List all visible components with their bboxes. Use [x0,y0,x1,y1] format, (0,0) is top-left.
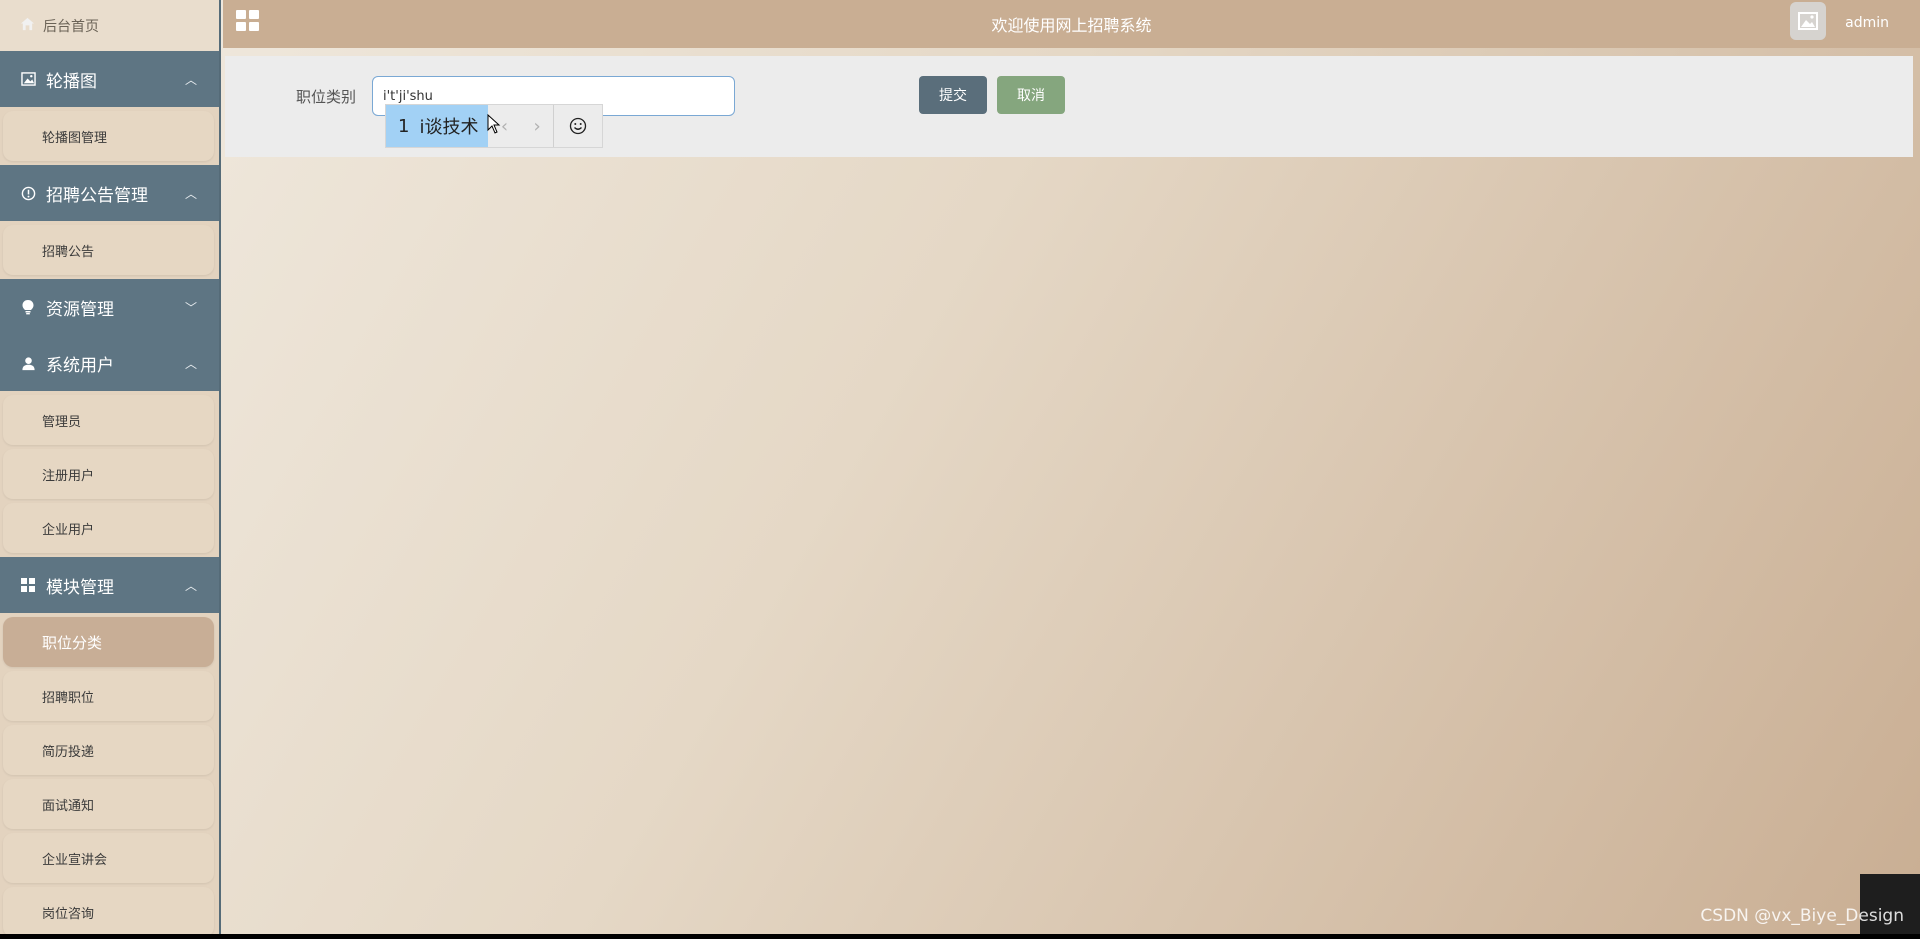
sidebar-item-company-talks[interactable]: 企业宣讲会 [3,833,214,883]
page-title: 欢迎使用网上招聘系统 [991,16,1152,35]
chevron-down-icon: ﹀ [184,300,197,315]
sidebar: 后台首页 轮播图 ︿ 轮播图管理 招聘公告管理 ︿ 招聘公告 资源管理 ﹀ 系统… [0,0,221,934]
chevron-up-icon: ︿ [184,356,197,371]
sidebar-group-carousel[interactable]: 轮播图 ︿ [0,51,219,107]
mouse-cursor-icon [487,113,501,138]
ime-candidate-text: i谈技术 [419,117,479,138]
sidebar-item-registered-users[interactable]: 注册用户 [3,449,214,499]
watermark: CSDN @vx_Biye_Design [1700,906,1904,926]
sidebar-item-interview-notices[interactable]: 面试通知 [3,779,214,829]
sidebar-home[interactable]: 后台首页 [0,0,219,51]
sidebar-item-job-consult[interactable]: 岗位咨询 [3,887,214,934]
app: 后台首页 轮播图 ︿ 轮播图管理 招聘公告管理 ︿ 招聘公告 资源管理 ﹀ 系统… [0,0,1920,934]
sidebar-home-label: 后台首页 [43,18,99,35]
lightbulb-icon [20,299,36,315]
ime-candidate-number: 1 [398,115,410,137]
top-bar: 欢迎使用网上招聘系统 admin [223,0,1920,48]
sidebar-group-label: 系统用户 [46,355,114,376]
chevron-right-icon[interactable]: › [534,116,541,137]
avatar[interactable] [1790,2,1826,40]
sidebar-item-carousel-manage[interactable]: 轮播图管理 [3,111,214,161]
cancel-button[interactable]: 取消 [997,76,1065,114]
sidebar-item-notice[interactable]: 招聘公告 [3,225,214,275]
chevron-up-icon: ︿ [184,186,197,201]
sidebar-group-modules[interactable]: 模块管理 ︿ [0,557,219,613]
emoji-icon[interactable] [553,105,602,147]
chevron-left-icon[interactable]: ‹ [501,116,508,137]
sidebar-group-system-users[interactable]: 系统用户 ︿ [0,335,219,391]
user-icon [20,355,36,371]
submit-button[interactable]: 提交 [919,76,987,114]
sidebar-item-job-postings[interactable]: 招聘职位 [3,671,214,721]
sidebar-group-label: 资源管理 [46,299,114,320]
sidebar-group-label: 招聘公告管理 [46,185,148,206]
home-icon [20,17,35,35]
info-circle-icon [20,185,36,201]
username[interactable]: admin [1845,15,1889,31]
grid-icon [20,577,36,593]
image-icon [20,71,36,87]
sidebar-group-resources[interactable]: 资源管理 ﹀ [0,279,219,335]
chevron-up-icon: ︿ [184,72,197,87]
sidebar-item-admin[interactable]: 管理员 [3,395,214,445]
sidebar-group-label: 轮播图 [46,71,97,92]
sidebar-item-resume-submissions[interactable]: 简历投递 [3,725,214,775]
sidebar-item-company-users[interactable]: 企业用户 [3,503,214,553]
sidebar-group-label: 模块管理 [46,577,114,598]
job-category-label: 职位类别 [296,88,357,106]
ime-candidate[interactable]: 1 i谈技术 [386,105,489,147]
sidebar-item-job-category[interactable]: 职位分类 [3,617,214,667]
image-placeholder-icon [1798,12,1818,30]
sidebar-group-notice[interactable]: 招聘公告管理 ︿ [0,165,219,221]
chevron-up-icon: ︿ [184,578,197,593]
